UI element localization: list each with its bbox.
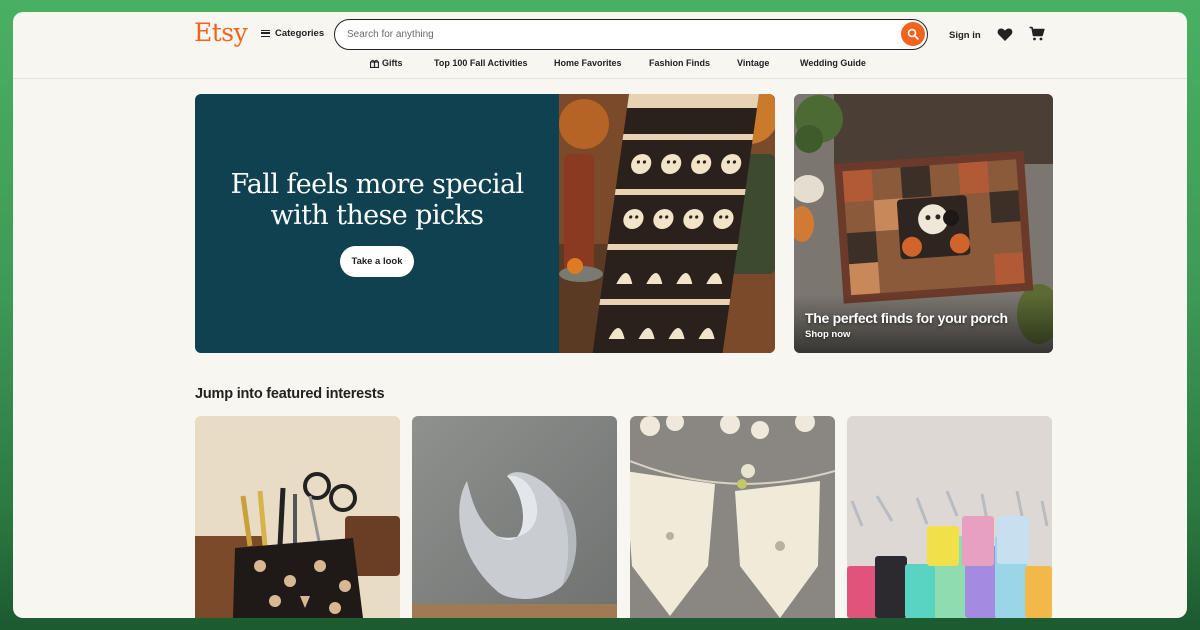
gift-icon xyxy=(370,59,379,68)
nav-item-home-favorites[interactable]: Home Favorites xyxy=(554,58,622,68)
featured-tile-pen-holder[interactable] xyxy=(195,416,400,618)
category-nav: Gifts Top 100 Fall Activities Home Favor… xyxy=(13,58,1187,74)
featured-tile-wedding-banner[interactable] xyxy=(630,416,835,618)
nav-item-vintage[interactable]: Vintage xyxy=(737,58,769,68)
sculpture-image xyxy=(412,416,617,618)
nav-item-fashion-finds[interactable]: Fashion Finds xyxy=(649,58,710,68)
search-input[interactable] xyxy=(347,26,887,43)
hero-title-line-2: with these picks xyxy=(270,200,484,231)
hero-title: Fall feels more special with these picks xyxy=(195,169,559,231)
promo-title: The perfect finds for your porch xyxy=(805,310,1008,326)
cart-icon[interactable] xyxy=(1029,26,1045,42)
hero-image-halloween-blanket xyxy=(559,94,775,353)
search-bar xyxy=(334,19,928,50)
take-a-look-button[interactable]: Take a look xyxy=(340,246,414,277)
search-icon xyxy=(907,28,919,40)
categories-button[interactable]: Categories xyxy=(261,28,324,39)
shop-now-link[interactable]: Shop now xyxy=(805,329,850,340)
browser-page: Etsy Categories Sign in xyxy=(13,12,1187,618)
heart-icon[interactable] xyxy=(997,27,1013,42)
porch-promo-card[interactable]: The perfect finds for your porch Shop no… xyxy=(794,94,1053,353)
pen-holder-image xyxy=(195,416,400,618)
tumblers-image xyxy=(847,416,1052,618)
hero-banner[interactable]: Fall feels more special with these picks… xyxy=(195,94,775,353)
hero-text-panel: Fall feels more special with these picks… xyxy=(195,94,559,353)
featured-tile-sculpture[interactable] xyxy=(412,416,617,618)
featured-tile-tumblers[interactable] xyxy=(847,416,1052,618)
hero-title-line-1: Fall feels more special xyxy=(230,169,524,200)
nav-item-label: Gifts xyxy=(382,58,403,68)
site-header: Etsy Categories Sign in xyxy=(13,12,1187,79)
nav-item-wedding-guide[interactable]: Wedding Guide xyxy=(800,58,866,68)
nav-item-gifts[interactable]: Gifts xyxy=(370,58,403,68)
wedding-banner-image xyxy=(630,416,835,618)
nav-item-top-100-fall-activities[interactable]: Top 100 Fall Activities xyxy=(434,58,528,68)
etsy-logo[interactable]: Etsy xyxy=(194,18,248,47)
search-button[interactable] xyxy=(901,22,925,46)
featured-section-title: Jump into featured interests xyxy=(195,386,385,402)
hamburger-icon xyxy=(261,30,270,37)
sign-in-link[interactable]: Sign in xyxy=(949,30,981,41)
categories-label: Categories xyxy=(275,28,325,39)
blanket-illustration xyxy=(559,94,775,353)
